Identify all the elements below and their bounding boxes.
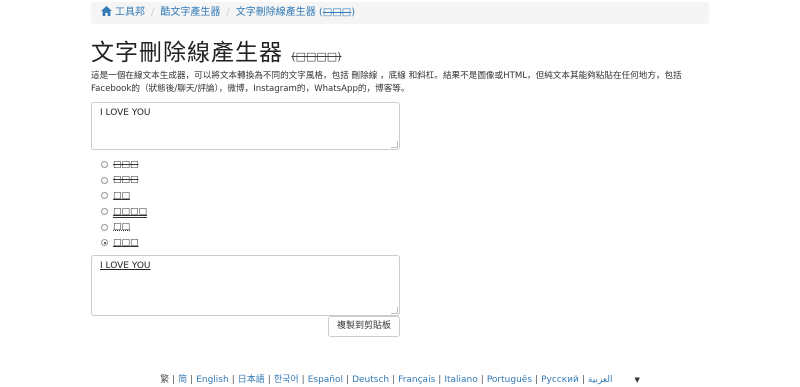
page-title: 文字刪除線產生器 (□□□□)	[91, 33, 341, 67]
style-option[interactable]: □□□	[101, 235, 147, 251]
lang-link[interactable]: English	[196, 375, 229, 385]
breadcrumb-current-link[interactable]: 文字刪除線產生器 (□□□)	[236, 7, 355, 18]
breadcrumb-current-label: 文字刪除線產生器 (	[235, 7, 323, 18]
language-bar: 繁 | 简 | English | 日本語 | 한국어 | Español | Deutsch | Fran…	[0, 372, 800, 385]
lang-separator: |	[392, 375, 396, 385]
style-option[interactable]: □□□	[101, 157, 147, 173]
radio-button[interactable]	[101, 223, 108, 231]
lang-link[interactable]: العربية	[588, 375, 613, 385]
resize-handle-icon[interactable]	[391, 307, 398, 314]
lang-separator: |	[581, 375, 585, 385]
style-option[interactable]: □□□□	[101, 204, 147, 220]
breadcrumb-current-close: )	[351, 7, 356, 18]
lang-separator: |	[301, 375, 305, 385]
radio-button[interactable]	[101, 192, 108, 200]
lang-current: 繁	[160, 375, 170, 385]
output-textarea[interactable]: I LOVE YOU	[91, 255, 400, 316]
input-text: I LOVE YOU	[100, 108, 151, 118]
output-text: I LOVE YOU	[100, 261, 151, 271]
dropdown-arrow-icon[interactable]: ▼	[635, 376, 640, 384]
radio-button[interactable]	[101, 176, 108, 184]
style-option-label: □□	[113, 222, 131, 233]
lang-separator: |	[535, 375, 539, 385]
lang-link[interactable]: 日本語	[238, 375, 265, 385]
lang-separator: |	[346, 375, 350, 385]
lang-separator: |	[190, 375, 194, 385]
breadcrumb-home-link[interactable]: 工具邦	[115, 7, 145, 18]
lang-separator: |	[480, 375, 484, 385]
lang-separator: |	[267, 375, 271, 385]
style-option-label: □□□	[113, 237, 139, 248]
lang-link[interactable]: Italiano	[444, 375, 477, 385]
copy-to-clipboard-button[interactable]: 複製到剪貼板	[328, 316, 400, 337]
lang-link[interactable]: Español	[308, 375, 343, 385]
style-option-label: □□□□	[113, 206, 148, 217]
style-option-label: □□□	[113, 159, 139, 170]
page-title-sub: (□□□□)	[291, 50, 342, 63]
breadcrumb: 工具邦 / 酷文字產生器 / 文字刪除線產生器 (□□□)	[91, 2, 709, 24]
radio-button-selected[interactable]	[101, 239, 108, 247]
lang-link[interactable]: Français	[398, 375, 435, 385]
style-option-label: □□□	[113, 175, 139, 186]
style-options: □□□ □□□ □□ □□□□ □□ □□□	[101, 157, 147, 251]
breadcrumb-separator: /	[151, 7, 155, 18]
radio-button[interactable]	[101, 208, 108, 216]
lang-link[interactable]: Русский	[541, 375, 579, 385]
style-option[interactable]: □□□	[101, 173, 147, 189]
page-title-main: 文字刪除線產生器	[91, 40, 283, 66]
breadcrumb-separator: /	[226, 7, 230, 18]
lang-separator: |	[231, 375, 235, 385]
resize-handle-icon[interactable]	[391, 141, 398, 148]
style-option-label: □□	[113, 190, 131, 201]
style-option[interactable]: □□	[101, 219, 147, 235]
lang-link[interactable]: 简	[178, 375, 187, 385]
lang-link[interactable]: Português	[487, 375, 532, 385]
breadcrumb-current-decorated: □□□	[322, 7, 352, 18]
breadcrumb-cool-text-link[interactable]: 酷文字產生器	[160, 7, 220, 18]
page-description: 這是一個在線文本生成器，可以將文本轉換為不同的文字風格，包括 刪除線 ，底線 和…	[91, 71, 682, 94]
lang-link[interactable]: Deutsch	[352, 375, 389, 385]
style-option[interactable]: □□	[101, 188, 147, 204]
lang-separator: |	[438, 375, 442, 385]
lang-link[interactable]: 한국어	[274, 375, 299, 385]
radio-button[interactable]	[101, 161, 108, 169]
lang-separator: |	[172, 375, 176, 385]
home-icon	[101, 6, 112, 16]
input-textarea[interactable]: I LOVE YOU	[91, 102, 400, 150]
